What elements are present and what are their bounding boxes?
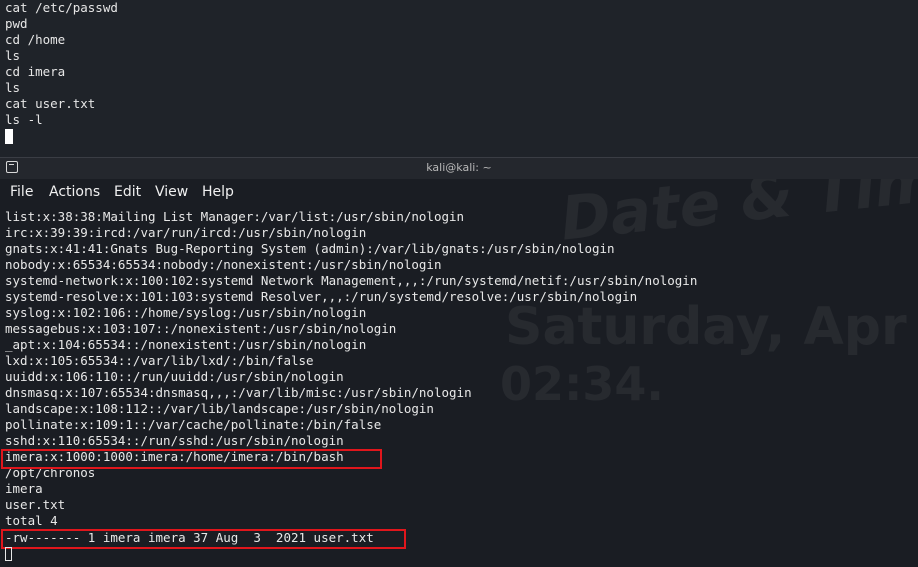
highlight-box-user-entry <box>1 449 382 469</box>
output-line: lxd:x:105:65534::/var/lib/lxd/:/bin/fals… <box>5 353 314 368</box>
history-line: cat user.txt <box>5 96 96 111</box>
terminal-window: Date & Tim Saturday, Apr 02:34. kali@kal… <box>0 157 918 567</box>
menu-view[interactable]: View <box>155 184 188 200</box>
output-line: pollinate:x:109:1::/var/cache/pollinate:… <box>5 417 382 432</box>
output-line: syslog:x:102:106::/home/syslog:/usr/sbin… <box>5 305 367 320</box>
text-cursor <box>5 547 12 561</box>
output-line: systemd-resolve:x:101:103:systemd Resolv… <box>5 289 638 304</box>
window-title: kali@kali: ~ <box>426 161 492 174</box>
output-line: gnats:x:41:41:Gnats Bug-Reporting System… <box>5 241 615 256</box>
history-line: ls -l <box>5 112 43 127</box>
history-terminal-pane[interactable]: cat /etc/passwd pwd cd /home ls cd imera… <box>0 0 918 157</box>
output-line: total 4 <box>5 513 58 528</box>
output-line: list:x:38:38:Mailing List Manager:/var/l… <box>5 209 465 224</box>
terminal-output[interactable]: list:x:38:38:Mailing List Manager:/var/l… <box>0 206 918 567</box>
output-line: user.txt <box>5 497 66 512</box>
history-line: cd imera <box>5 64 66 79</box>
output-line: imera <box>5 481 43 496</box>
output-line: dnsmasq:x:107:65534:dnsmasq,,,:/var/lib/… <box>5 385 472 400</box>
output-line: _apt:x:104:65534::/nonexistent:/usr/sbin… <box>5 337 367 352</box>
output-line: systemd-network:x:100:102:systemd Networ… <box>5 273 698 288</box>
menu-edit[interactable]: Edit <box>114 184 141 200</box>
output-line: uuidd:x:106:110::/run/uuidd:/usr/sbin/no… <box>5 369 344 384</box>
menu-help[interactable]: Help <box>202 184 234 200</box>
output-line: sshd:x:110:65534::/run/sshd:/usr/sbin/no… <box>5 433 344 448</box>
history-line: pwd <box>5 16 28 31</box>
history-line: ls <box>5 80 21 95</box>
output-line: landscape:x:108:112::/var/lib/landscape:… <box>5 401 434 416</box>
history-line: cd /home <box>5 32 66 47</box>
window-titlebar[interactable]: kali@kali: ~ <box>0 157 918 179</box>
menu-file[interactable]: File <box>10 184 33 200</box>
menu-actions[interactable]: Actions <box>49 184 100 200</box>
output-line: irc:x:39:39:ircd:/var/run/ircd:/usr/sbin… <box>5 225 367 240</box>
text-cursor <box>5 129 13 144</box>
output-line: messagebus:x:103:107::/nonexistent:/usr/… <box>5 321 397 336</box>
highlight-box-file-listing <box>1 529 406 549</box>
menu-bar: File Actions Edit View Help <box>0 178 918 206</box>
history-line: cat /etc/passwd <box>5 0 118 15</box>
history-line: ls <box>5 48 21 63</box>
output-line: nobody:x:65534:65534:nobody:/nonexistent… <box>5 257 442 272</box>
